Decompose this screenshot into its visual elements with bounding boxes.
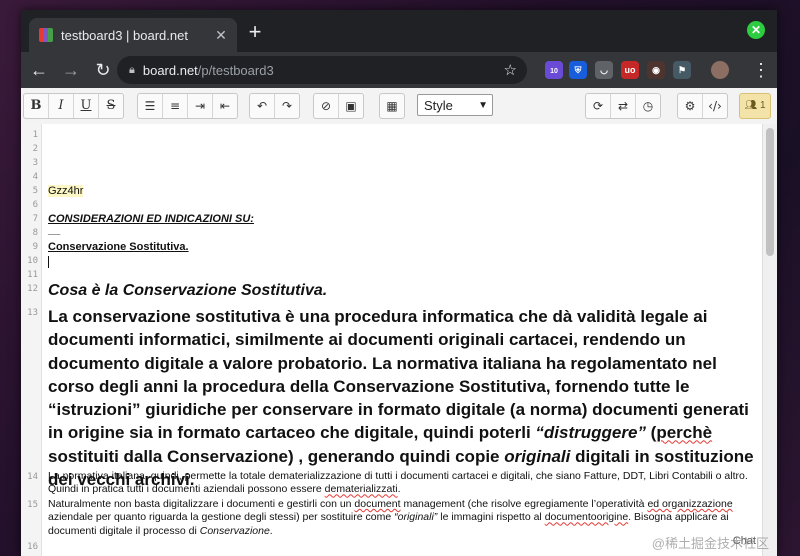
extension-icon[interactable]: ⚑ — [673, 61, 691, 79]
section-heading: CONSIDERAZIONI ED INDICAZIONI SU: — [48, 213, 254, 225]
line-number: 3 — [32, 158, 38, 168]
line-number: 9 — [32, 242, 38, 252]
style-select[interactable]: Style ▼ — [417, 94, 493, 116]
board-favicon-icon — [39, 28, 53, 42]
line-number-gutter: 1 2 3 4 5 6 7 8 9 10 11 12 13 14 15 16 — [21, 124, 42, 556]
saved-revision-icon[interactable]: ◷ — [636, 94, 660, 118]
intro-paragraph: La conservazione sostitutiva è una proce… — [48, 307, 754, 490]
line-number: 13 — [27, 308, 38, 318]
line-number: 16 — [27, 542, 38, 552]
separator-text: __ — [48, 224, 61, 236]
line-number: 14 — [27, 472, 38, 482]
pad-id-text: Gzz4hr — [48, 185, 84, 197]
pad-actions-group: ⟳ ⇄ ◷ — [585, 93, 661, 119]
avatar[interactable] — [711, 61, 729, 79]
table-icon[interactable]: ▦ — [380, 94, 404, 118]
clear-authorship-icon[interactable]: ⊘ — [314, 94, 339, 118]
line-number: 12 — [27, 284, 38, 294]
strikethrough-button[interactable]: S — [99, 94, 123, 118]
bold-button[interactable]: B — [24, 94, 49, 118]
vertical-scrollbar[interactable] — [762, 124, 777, 556]
line-number: 8 — [32, 228, 38, 238]
browser-tab[interactable]: testboard3 | board.net ✕ — [29, 18, 237, 52]
new-tab-button[interactable]: + — [243, 20, 267, 44]
line-number: 5 — [32, 186, 38, 196]
url-path: /p/testboard3 — [197, 62, 274, 78]
url-domain: board.net — [142, 62, 198, 78]
editor-toolbar: B I U S ☰ ≡ ⇥ ⇤ ↶ ↷ ⊘ ▣ ▦ Style▼ ⟳ ⇄ ◷ — [21, 88, 777, 125]
editor-document[interactable]: 1 2 3 4 5 6 7 8 9 10 11 12 13 14 15 16 G… — [21, 124, 777, 556]
article-heading: Cosa è la Conservazione Sostitutiva. — [48, 282, 328, 299]
timeslider-icon[interactable]: ⇄ — [611, 94, 636, 118]
forward-arrow-icon[interactable]: → — [57, 56, 85, 84]
line-number: 11 — [27, 270, 38, 280]
scrollbar-thumb[interactable] — [766, 128, 774, 256]
ordered-list-icon[interactable]: ☰ — [138, 94, 163, 118]
back-arrow-icon[interactable]: ← — [25, 56, 53, 84]
menu-kebab-icon[interactable]: ⋮ — [747, 56, 775, 84]
table-group: ▦ — [379, 93, 405, 119]
bitwarden-icon[interactable]: ⛨ — [569, 61, 587, 79]
unordered-list-icon[interactable]: ≡ — [163, 94, 188, 118]
indent-icon[interactable]: ⇥ — [188, 94, 213, 118]
line-number: 15 — [27, 500, 38, 510]
list-group: ☰ ≡ ⇥ ⇤ — [137, 93, 238, 119]
tab-strip: testboard3 | board.net ✕ + ✕ — [21, 10, 777, 52]
close-tab-icon[interactable]: ✕ — [211, 27, 231, 44]
privacy-icon[interactable]: ◉ — [647, 61, 665, 79]
chevron-down-icon: ▼ — [478, 100, 488, 111]
subject-title: Conservazione Sostitutiva. — [48, 241, 189, 253]
purple-extension-icon[interactable]: 10 — [545, 61, 563, 79]
gear-icon[interactable]: ⚙ — [678, 94, 703, 118]
users-count: 1 — [759, 100, 766, 111]
text-cursor — [48, 256, 49, 268]
reload-icon[interactable]: ↻ — [89, 56, 117, 84]
ublock-icon[interactable]: uo — [621, 61, 639, 79]
line-number: 2 — [32, 144, 38, 154]
import-export-icon[interactable]: ⟳ — [586, 94, 611, 118]
line-number: 4 — [32, 172, 38, 182]
line-number: 7 — [32, 214, 38, 224]
window-control-icon[interactable]: ✕ — [747, 21, 765, 39]
insert-group: ⊘ ▣ — [313, 93, 364, 119]
watermark: @稀土掘金技术社区 — [651, 536, 769, 551]
lock-icon: 🔒︎ — [129, 63, 135, 76]
format-group: B I U S — [23, 93, 124, 119]
users-button[interactable]: 👥︎ 1 — [739, 93, 771, 119]
image-icon[interactable]: ▣ — [339, 94, 363, 118]
tab-title: testboard3 | board.net — [61, 27, 188, 43]
undo-icon[interactable]: ↶ — [250, 94, 275, 118]
address-bar-row: ← → ↻ 🔒︎ board.net/p/testboard3 ☆ 10 ⛨ ◡… — [21, 52, 777, 88]
url-input[interactable]: 🔒︎ board.net/p/testboard3 ☆ — [117, 56, 527, 84]
redo-icon[interactable]: ↷ — [275, 94, 299, 118]
paragraph-15: Naturalmente non basta digitalizzare i d… — [48, 498, 733, 537]
outdent-icon[interactable]: ⇤ — [213, 94, 237, 118]
bookmark-star-icon[interactable]: ☆ — [504, 61, 517, 79]
history-group: ↶ ↷ — [249, 93, 300, 119]
pocket-icon[interactable]: ◡ — [595, 61, 613, 79]
italic-button[interactable]: I — [49, 94, 74, 118]
settings-group: ⚙ ‹/› — [677, 93, 728, 119]
line-number: 1 — [32, 130, 38, 140]
line-number: 10 — [27, 256, 38, 266]
browser-window: testboard3 | board.net ✕ + ✕ ← → ↻ 🔒︎ bo… — [21, 10, 777, 556]
line-number: 6 — [32, 200, 38, 210]
underline-button[interactable]: U — [74, 94, 99, 118]
embed-code-icon[interactable]: ‹/› — [703, 94, 727, 118]
paragraph-14: La normativa italiana, quindi, permette … — [48, 470, 748, 496]
